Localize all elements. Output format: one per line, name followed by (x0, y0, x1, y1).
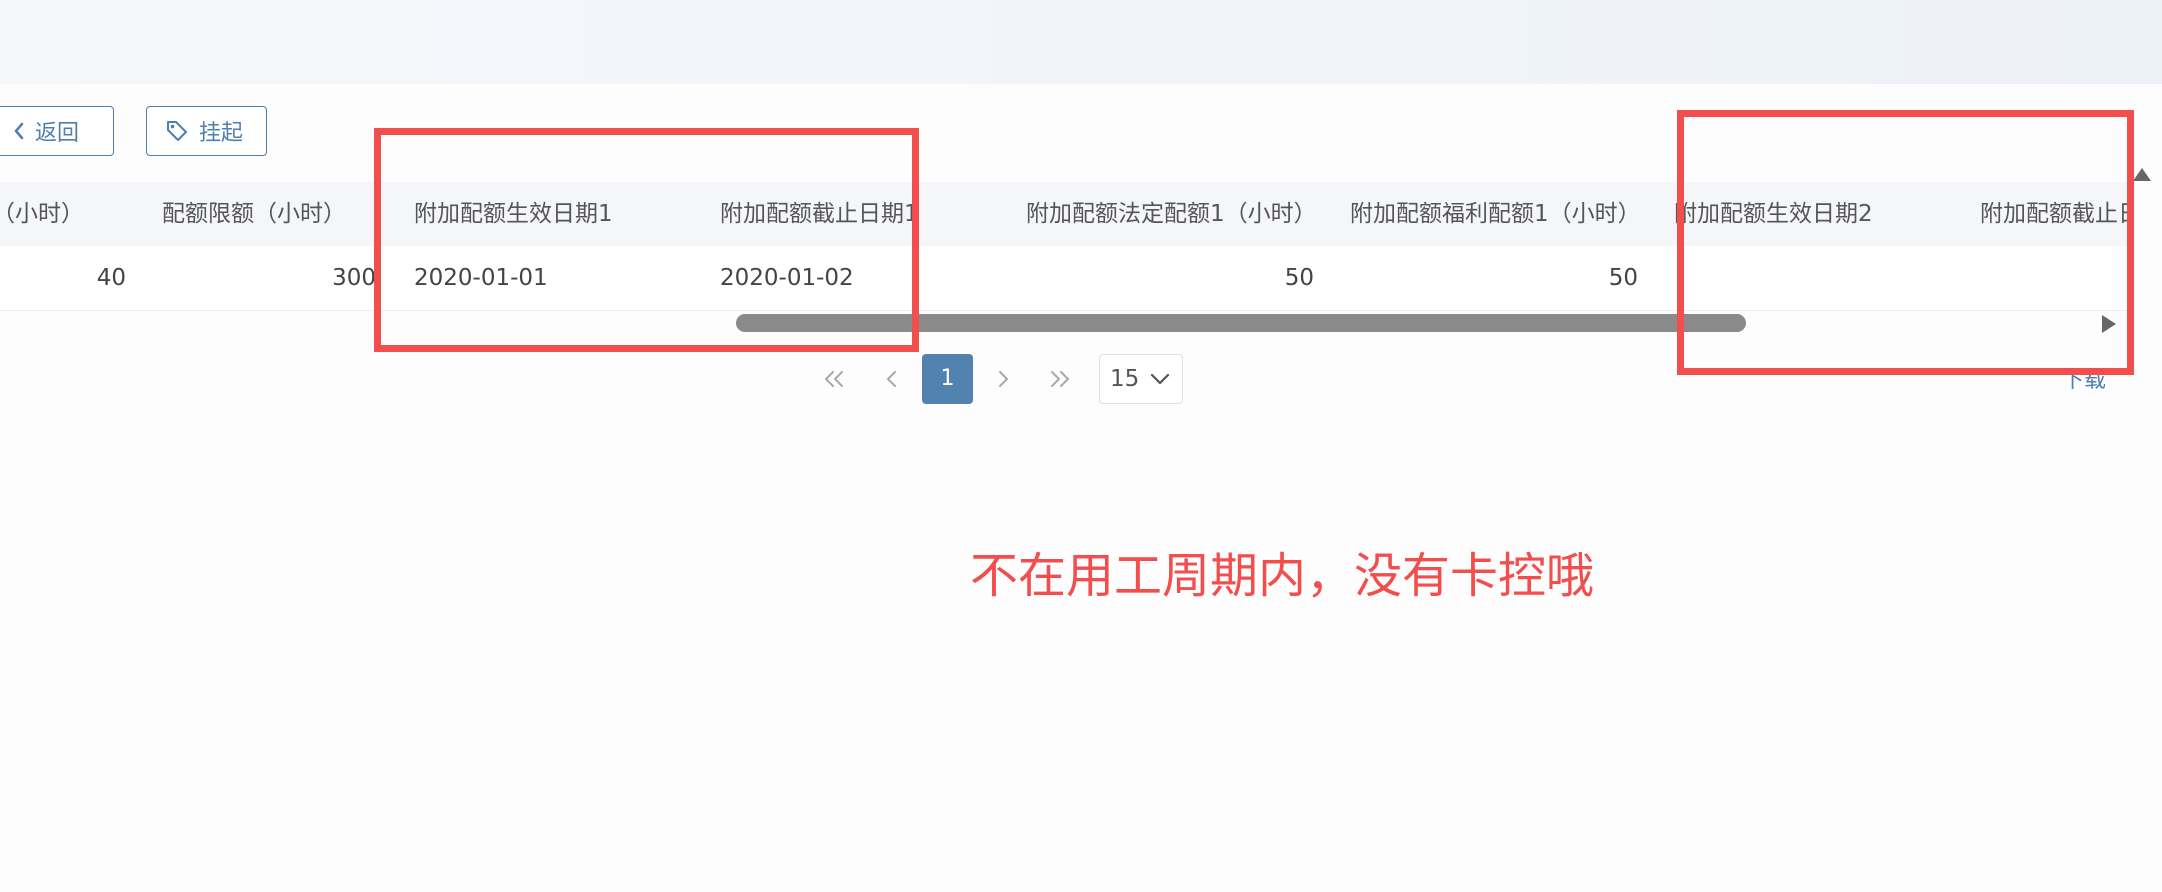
table-cell: 300 (332, 265, 376, 291)
table-cell: 40 (96, 265, 126, 291)
suspend-button-label: 挂起 (199, 120, 244, 145)
first-page-icon[interactable] (814, 354, 854, 404)
highlight-box-date-range-2 (1677, 110, 2134, 375)
next-page-icon[interactable] (983, 354, 1023, 404)
current-page-button[interactable]: 1 (922, 354, 973, 404)
back-button[interactable]: 返回 (0, 106, 114, 156)
suspend-button[interactable]: 挂起 (146, 106, 267, 156)
top-header-band (0, 0, 2162, 84)
back-button-label: 返回 (35, 120, 80, 145)
table-header-cell[interactable]: 附加配额法定配额1（小时） (1026, 182, 1342, 246)
chevron-left-icon (13, 122, 25, 140)
table-header-cell[interactable]: （小时） (0, 182, 92, 246)
table-cell: 50 (1284, 265, 1314, 291)
page-size-select[interactable]: 15 (1099, 354, 1183, 404)
table-header-cell[interactable]: 附加配额福利配额1（小时） (1350, 182, 1666, 246)
annotation-note: 不在用工周期内，没有卡控哦 (970, 548, 1595, 604)
page-size-value: 15 (1110, 366, 1140, 392)
highlight-box-date-range-1 (374, 128, 919, 352)
tag-icon (165, 119, 189, 143)
last-page-icon[interactable] (1040, 354, 1080, 404)
chevron-down-icon (1150, 366, 1170, 392)
table-header-cell[interactable]: 配额限额（小时） (162, 182, 392, 246)
scroll-up-arrow-icon[interactable] (2133, 168, 2151, 181)
previous-page-icon[interactable] (872, 354, 912, 404)
table-cell: 50 (1608, 265, 1638, 291)
